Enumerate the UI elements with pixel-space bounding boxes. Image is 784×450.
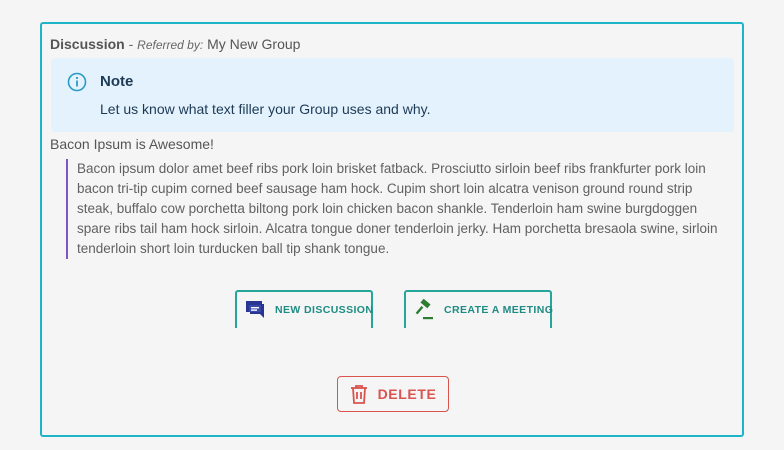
header-title: Discussion <box>50 36 125 52</box>
gavel-icon <box>415 298 433 320</box>
referred-by-label: Referred by: <box>137 38 204 52</box>
post-body: Bacon ipsum dolor amet beef ribs pork lo… <box>66 159 730 259</box>
delete-button[interactable]: DELETE <box>337 376 449 412</box>
info-icon <box>67 72 87 92</box>
create-meeting-label: CREATE A MEETING <box>444 304 554 316</box>
new-discussion-button[interactable]: NEW DISCUSSION <box>235 290 373 328</box>
header-separator: - <box>128 36 134 52</box>
note-body: Let us know what text filler your Group … <box>100 101 431 117</box>
note-title: Note <box>100 73 134 90</box>
card-header: Discussion - Referred by: My New Group <box>50 35 300 54</box>
post-subject: Bacon Ipsum is Awesome! <box>50 136 214 152</box>
new-discussion-label: NEW DISCUSSION <box>275 304 374 316</box>
discussion-card: Discussion - Referred by: My New Group N… <box>40 22 744 437</box>
delete-label: DELETE <box>377 386 437 402</box>
chat-bubble-icon <box>246 301 264 318</box>
trash-icon <box>350 385 367 404</box>
note-callout: Note Let us know what text filler your G… <box>51 58 734 132</box>
group-name-link[interactable]: My New Group <box>207 36 300 52</box>
create-meeting-button[interactable]: CREATE A MEETING <box>404 290 554 328</box>
